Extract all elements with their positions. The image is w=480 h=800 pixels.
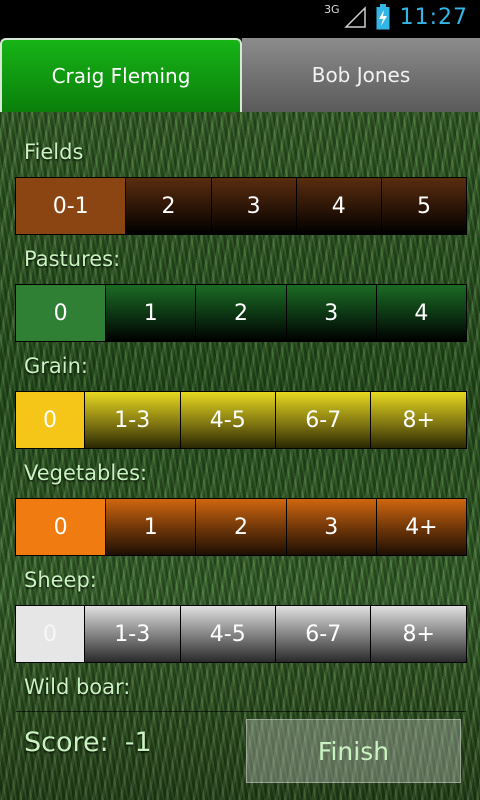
fields-label: Fields (24, 140, 84, 164)
fields-option-5[interactable]: 5 (381, 178, 467, 234)
grain-selector: 0 1-3 4-5 6-7 8+ (16, 392, 466, 448)
score-label: Score: (24, 727, 109, 758)
clock: 11:27 (399, 4, 468, 30)
wild-boar-label: Wild boar: (24, 675, 131, 699)
fields-option-4[interactable]: 4 (296, 178, 382, 234)
scoring-panel: Fields 0-1 2 3 4 5 Pastures: 0 1 2 3 4 G… (0, 112, 480, 800)
pastures-selector: 0 1 2 3 4 (16, 285, 467, 341)
network-type: 3G (324, 2, 340, 16)
grain-label: Grain: (24, 354, 88, 378)
sheep-option-6-7[interactable]: 6-7 (276, 606, 372, 662)
grain-option-8-plus[interactable]: 8+ (371, 392, 466, 448)
tab-craig-fleming[interactable]: Craig Fleming (0, 38, 242, 112)
grain-option-1-3[interactable]: 1-3 (85, 392, 181, 448)
finish-button[interactable]: Finish (246, 719, 461, 783)
vegetables-option-2[interactable]: 2 (196, 499, 287, 555)
vegetables-label: Vegetables: (24, 461, 148, 485)
battery-icon (376, 4, 390, 30)
sheep-selector: 0 1-3 4-5 6-7 8+ (16, 606, 466, 662)
sheep-label: Sheep: (24, 568, 97, 592)
pastures-option-1[interactable]: 1 (106, 285, 197, 341)
pastures-option-2[interactable]: 2 (196, 285, 287, 341)
vegetables-option-1[interactable]: 1 (106, 499, 197, 555)
tab-bob-jones[interactable]: Bob Jones (242, 38, 480, 112)
sheep-option-1-3[interactable]: 1-3 (85, 606, 181, 662)
pastures-option-3[interactable]: 3 (286, 285, 377, 341)
pastures-option-0[interactable]: 0 (16, 285, 107, 341)
score-value: -1 (124, 727, 152, 758)
pastures-option-4[interactable]: 4 (376, 285, 467, 341)
grain-option-6-7[interactable]: 6-7 (276, 392, 372, 448)
sheep-option-4-5[interactable]: 4-5 (180, 606, 276, 662)
score-display: Score: -1 (24, 727, 152, 758)
vegetables-option-4-plus[interactable]: 4+ (376, 499, 467, 555)
player-tabs: Craig Fleming Bob Jones (0, 38, 480, 112)
vegetables-option-3[interactable]: 3 (286, 499, 377, 555)
fields-option-3[interactable]: 3 (211, 178, 297, 234)
fields-option-0-1[interactable]: 0-1 (16, 178, 127, 234)
pastures-label: Pastures: (24, 247, 121, 271)
sheep-option-8-plus[interactable]: 8+ (371, 606, 466, 662)
grain-option-0[interactable]: 0 (16, 392, 86, 448)
status-bar: 3G 11:27 (0, 0, 480, 38)
vegetables-selector: 0 1 2 3 4+ (16, 499, 467, 555)
sheep-option-0[interactable]: 0 (16, 606, 86, 662)
fields-option-2[interactable]: 2 (126, 178, 212, 234)
vegetables-option-0[interactable]: 0 (16, 499, 107, 555)
fields-selector: 0-1 2 3 4 5 (16, 178, 467, 234)
grain-option-4-5[interactable]: 4-5 (180, 392, 276, 448)
status-icons: 3G 11:27 (324, 2, 468, 30)
divider (16, 711, 466, 712)
signal-icon (343, 6, 366, 28)
bottom-bar: Score: -1 Finish (0, 711, 480, 800)
